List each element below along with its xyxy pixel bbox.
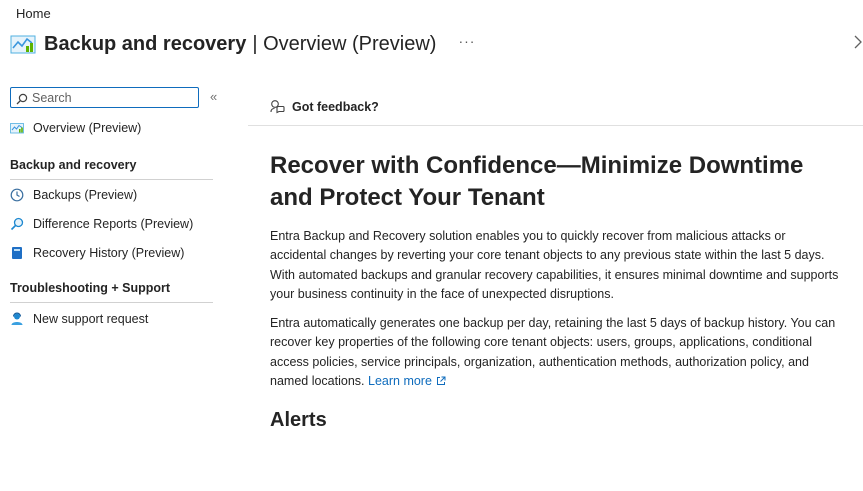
overview-chart-icon — [10, 121, 24, 135]
divider — [10, 302, 213, 303]
section-backup-and-recovery: Backup and recovery — [10, 158, 137, 172]
page-subtitle: | Overview (Preview) — [252, 32, 437, 55]
sidebar-item-label: New support request — [33, 312, 149, 326]
page-title: Backup and recovery — [44, 32, 247, 55]
sidebar-item-label: Overview (Preview) — [33, 121, 142, 135]
search-report-icon — [10, 217, 24, 231]
sidebar-item-recovery-history[interactable]: Recovery History (Preview) — [10, 243, 184, 263]
feedback-button[interactable]: Got feedback? — [270, 99, 379, 114]
chevron-right-icon[interactable] — [853, 34, 863, 50]
person-support-icon — [10, 312, 24, 326]
feedback-icon — [270, 99, 285, 114]
sidebar-item-difference-reports[interactable]: Difference Reports (Preview) — [10, 214, 193, 234]
search-placeholder: Search — [32, 90, 72, 105]
search-input[interactable]: Search — [10, 87, 199, 108]
sidebar-item-label: Backups (Preview) — [33, 188, 138, 202]
alerts-heading: Alerts — [270, 409, 327, 431]
sidebar-item-label: Difference Reports (Preview) — [33, 217, 194, 231]
details-paragraph: Entra automatically generates one backup… — [270, 314, 842, 391]
breadcrumb: Home — [16, 6, 51, 21]
main-content: Got feedback? Recover with Confidence—Mi… — [248, 80, 863, 491]
sidebar-item-overview[interactable]: Overview (Preview) — [10, 118, 141, 138]
description-paragraph: Entra Backup and Recovery solution enabl… — [270, 229, 839, 301]
sidebar-item-new-support-request[interactable]: New support request — [10, 309, 148, 329]
collapse-sidebar-button[interactable]: « — [210, 89, 217, 104]
sidebar-item-label: Recovery History (Preview) — [33, 246, 185, 260]
sidebar: Search « Overview (Preview) Backup and r… — [0, 80, 232, 491]
breadcrumb-home[interactable]: Home — [16, 6, 51, 21]
search-icon — [16, 92, 28, 104]
clock-icon — [10, 188, 24, 202]
backup-chart-icon — [10, 33, 36, 55]
hero-title: Recover with Confidence—Minimize Downtim… — [270, 152, 804, 211]
external-link-icon — [436, 373, 446, 385]
divider — [10, 179, 213, 180]
book-icon — [10, 246, 24, 260]
sidebar-item-backups[interactable]: Backups (Preview) — [10, 185, 137, 205]
feedback-label: Got feedback? — [292, 99, 379, 114]
command-bar: Got feedback? — [248, 80, 863, 126]
section-troubleshooting-support: Troubleshooting + Support — [10, 281, 171, 295]
details-text: Entra automatically generates one backup… — [270, 316, 836, 388]
learn-more-label: Learn more — [368, 373, 432, 388]
page-header: Backup and recovery | Overview (Preview)… — [10, 30, 863, 58]
learn-more-link[interactable]: Learn more — [368, 374, 446, 388]
more-options-button[interactable]: ··· — [458, 33, 475, 49]
